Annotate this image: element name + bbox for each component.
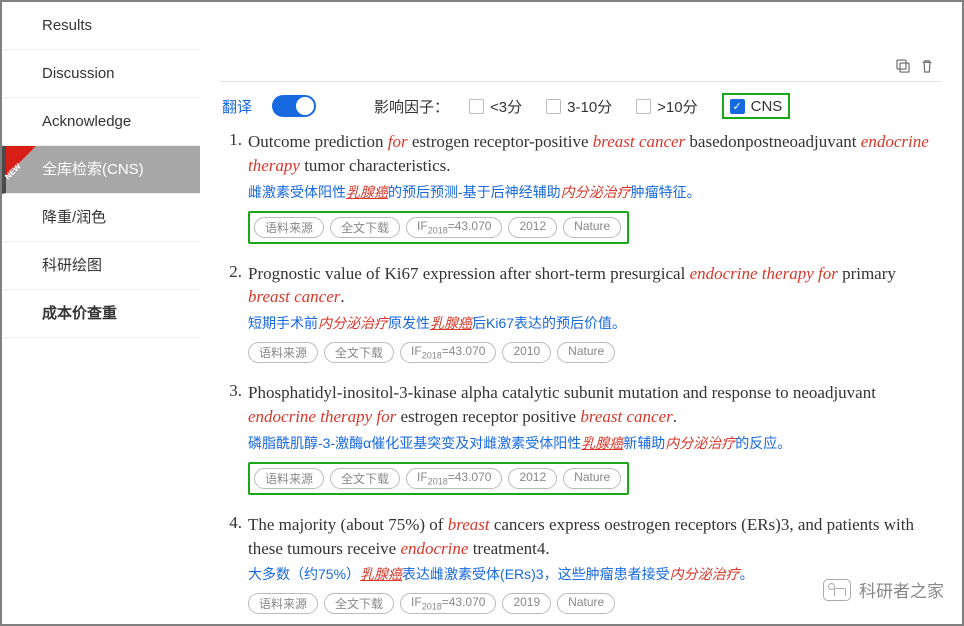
highlighted-tag-row: 语料来源全文下载 IF2018=43.070 2012 Nature	[248, 462, 629, 495]
tag-journal[interactable]: Nature	[557, 593, 615, 614]
main-content: 翻译 影响因子： <3分 3-10分 >10分 ✓CNS 1.Outcome pred…	[200, 2, 962, 624]
tag-source[interactable]: 语料来源	[248, 342, 318, 363]
top-bar	[220, 2, 942, 82]
result-item-1: 1.Outcome prediction for estrogen recept…	[220, 130, 942, 244]
highlighted-tag-row: 语料来源全文下载 IF2018=43.070 2012 Nature	[248, 211, 629, 244]
filter-row: 翻译 影响因子： <3分 3-10分 >10分 ✓CNS	[220, 82, 942, 130]
tag-row: 语料来源全文下载 IF2018=43.070 2010 Nature	[248, 342, 942, 363]
filter-checkbox-3[interactable]: ✓CNS	[730, 98, 783, 115]
sidebar-item-5[interactable]: 科研绘图	[2, 242, 200, 290]
tag-journal[interactable]: Nature	[563, 468, 621, 489]
tag-journal[interactable]: Nature	[557, 342, 615, 363]
tag-impact-factor[interactable]: IF2018=43.070	[400, 342, 496, 363]
sidebar-item-1[interactable]: Discussion	[2, 50, 200, 98]
copy-icon[interactable]	[894, 57, 912, 75]
tag-journal[interactable]: Nature	[563, 217, 621, 238]
result-translation: 大多数（约75%）乳腺癌表达雌激素受体(ERs)3，这些肿瘤患者接受内分泌治疗。	[248, 564, 942, 585]
tag-source[interactable]: 语料来源	[254, 468, 324, 489]
tag-download[interactable]: 全文下载	[324, 342, 394, 363]
sidebar-item-0[interactable]: Results	[2, 2, 200, 50]
tag-download[interactable]: 全文下载	[330, 217, 400, 238]
delete-icon[interactable]	[918, 57, 936, 75]
new-badge: NEW	[6, 146, 36, 176]
result-item-3: 3.Phosphatidyl-inositol-3-kinase alpha c…	[220, 381, 942, 495]
tag-impact-factor[interactable]: IF2018=43.070	[406, 468, 502, 489]
tag-source[interactable]: 语料来源	[248, 593, 318, 614]
translate-label: 翻译	[222, 96, 252, 117]
sidebar: ResultsDiscussionAcknowledge全库检索(CNS)NEW…	[2, 2, 200, 624]
top-action-icons	[894, 57, 936, 75]
result-item-4: 4.The majority (about 75%) of breast can…	[220, 513, 942, 615]
tag-source[interactable]: 语料来源	[254, 217, 324, 238]
result-item-2: 2.Prognostic value of Ki67 expression af…	[220, 262, 942, 364]
sidebar-item-3[interactable]: 全库检索(CNS)NEW	[2, 146, 200, 194]
tag-download[interactable]: 全文下载	[330, 468, 400, 489]
result-title[interactable]: Phosphatidyl-inositol-3-kinase alpha cat…	[248, 381, 942, 429]
tag-year[interactable]: 2012	[508, 468, 557, 489]
filter-checkbox-0[interactable]: <3分	[469, 96, 522, 117]
sidebar-item-6[interactable]: 成本价查重	[2, 290, 200, 338]
tag-year[interactable]: 2019	[502, 593, 551, 614]
results-list: 1.Outcome prediction for estrogen recept…	[220, 130, 942, 624]
result-translation: 短期手术前内分泌治疗原发性乳腺癌后Ki67表达的预后价值。	[248, 313, 942, 334]
result-translation: 磷脂酰肌醇-3-激酶α催化亚基突变及对雌激素受体阳性乳腺癌新辅助内分泌治疗的反应…	[248, 433, 942, 454]
result-number: 3.	[220, 381, 248, 495]
tag-impact-factor[interactable]: IF2018=43.070	[400, 593, 496, 614]
highlight-cns: ✓CNS	[722, 93, 791, 119]
filter-checkbox-2[interactable]: >10分	[636, 96, 697, 117]
sidebar-item-2[interactable]: Acknowledge	[2, 98, 200, 146]
impact-factor-label: 影响因子：	[374, 96, 449, 117]
translate-toggle[interactable]	[272, 95, 316, 117]
result-title[interactable]: Outcome prediction for estrogen receptor…	[248, 130, 942, 178]
result-number: 4.	[220, 513, 248, 615]
result-title[interactable]: Prognostic value of Ki67 expression afte…	[248, 262, 942, 310]
tag-row: 语料来源全文下载 IF2018=43.070 2019 Nature	[248, 593, 942, 614]
tag-year[interactable]: 2012	[508, 217, 557, 238]
result-translation: 雌激素受体阳性乳腺癌的预后预测-基于后神经辅助内分泌治疗肿瘤特征。	[248, 182, 942, 203]
tag-download[interactable]: 全文下载	[324, 593, 394, 614]
filter-checkbox-1[interactable]: 3-10分	[546, 96, 612, 117]
result-title[interactable]: The majority (about 75%) of breast cance…	[248, 513, 942, 561]
app-frame: ResultsDiscussionAcknowledge全库检索(CNS)NEW…	[0, 0, 964, 626]
tag-year[interactable]: 2010	[502, 342, 551, 363]
sidebar-item-4[interactable]: 降重/润色	[2, 194, 200, 242]
result-number: 1.	[220, 130, 248, 244]
result-number: 2.	[220, 262, 248, 364]
tag-impact-factor[interactable]: IF2018=43.070	[406, 217, 502, 238]
